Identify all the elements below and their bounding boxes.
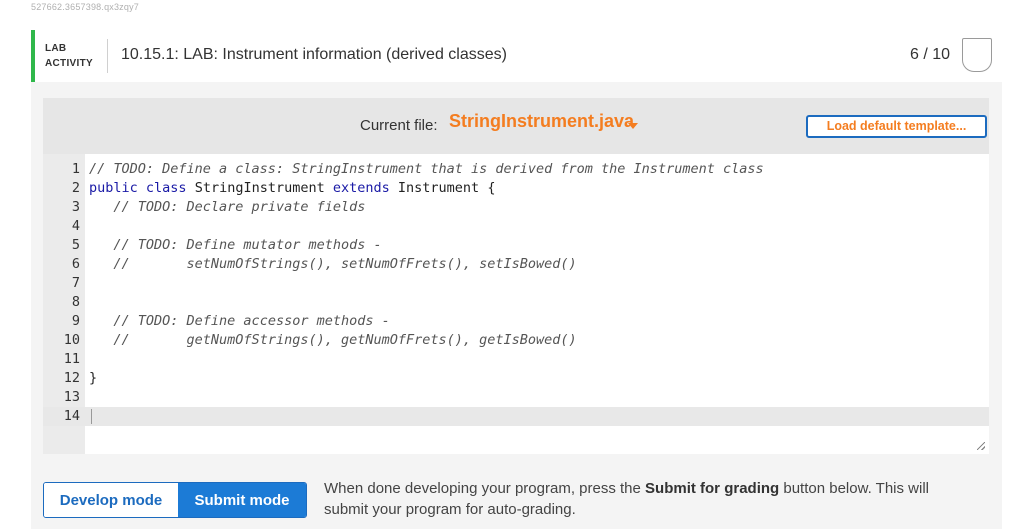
code-line[interactable]: 8 [43, 293, 989, 312]
code-keyword: class [145, 180, 187, 196]
code-comment: // TODO: Declare private fields [113, 199, 366, 215]
line-number: 7 [71, 275, 80, 291]
code-line[interactable]: 4 [43, 217, 989, 236]
line-number: 1 [71, 161, 80, 177]
code-keyword: public [89, 180, 138, 196]
code-comment: // TODO: Define a class: StringInstrumen… [89, 161, 764, 177]
line-number: 3 [71, 199, 80, 215]
line-number: 10 [63, 332, 80, 348]
code-line[interactable]: 10 // getNumOfStrings(), getNumOfFrets()… [43, 331, 989, 350]
resize-grip-icon[interactable] [977, 442, 985, 450]
text-cursor [91, 409, 92, 424]
code-line[interactable]: 5 // TODO: Define mutator methods - [43, 236, 989, 255]
code-comment: // TODO: Define accessor methods - [113, 313, 390, 329]
code-line[interactable]: 7 [43, 274, 989, 293]
activity-header: LAB ACTIVITY 10.15.1: LAB: Instrument in… [31, 30, 1002, 82]
code-text: // TODO: Declare private fields [89, 198, 365, 217]
code-text: public class StringInstrument extends In… [89, 179, 495, 198]
code-line[interactable]: 14 [43, 407, 989, 426]
load-default-template-button[interactable]: Load default template... [806, 115, 987, 138]
activity-type-line1: LAB [45, 43, 67, 54]
develop-mode-button[interactable]: Develop mode [44, 483, 178, 517]
code-text: // TODO: Define mutator methods - [89, 236, 382, 255]
line-number: 9 [71, 313, 80, 329]
line-number: 13 [63, 389, 80, 405]
code-text: // setNumOfStrings(), setNumOfFrets(), s… [89, 255, 577, 274]
lab-activity: LAB ACTIVITY 10.15.1: LAB: Instrument in… [31, 30, 1002, 529]
line-number: 11 [63, 351, 80, 367]
code-token: } [89, 370, 98, 386]
line-number: 14 [63, 408, 80, 424]
code-line[interactable]: 6 // setNumOfStrings(), setNumOfFrets(),… [43, 255, 989, 274]
code-line[interactable]: 12} [43, 369, 989, 388]
line-number: 12 [63, 370, 80, 386]
mode-toggle: Develop mode Submit mode [43, 482, 307, 518]
instructions-text-before: When done developing your program, press… [324, 480, 646, 497]
line-number: 8 [71, 294, 80, 310]
activity-score: 6 / 10 [909, 46, 950, 63]
line-number: 6 [71, 256, 80, 272]
code-line[interactable]: 13 [43, 388, 989, 407]
activity-type: LAB ACTIVITY [45, 41, 93, 71]
code-comment: // TODO: Define mutator methods - [113, 237, 382, 253]
code-text: // TODO: Define a class: StringInstrumen… [89, 160, 764, 179]
activity-type-line2: ACTIVITY [45, 58, 93, 69]
code-line[interactable]: 2 public class StringInstrument extends I… [43, 179, 989, 198]
submit-mode-button[interactable]: Submit mode [178, 483, 306, 517]
line-number: 2 [71, 180, 80, 196]
file-bar: Current file: StringInstrument.java Load… [43, 98, 989, 154]
code-text: // getNumOfStrings(), getNumOfFrets(), g… [89, 331, 577, 350]
code-text: // TODO: Define accessor methods - [89, 312, 390, 331]
code-token: StringInstrument [186, 180, 333, 196]
header-divider [107, 39, 108, 73]
code-token: Instrument { [389, 180, 496, 196]
code-line[interactable]: 3 // TODO: Declare private fields [43, 198, 989, 217]
code-text: } [89, 369, 97, 388]
code-editor[interactable]: 1 // TODO: Define a class: StringInstrume… [43, 154, 989, 454]
current-file-dropdown[interactable]: StringInstrument.java [449, 111, 634, 132]
current-file-label: Current file: [360, 117, 438, 134]
code-line[interactable]: 1 // TODO: Define a class: StringInstrume… [43, 160, 989, 179]
activity-title: 10.15.1: LAB: Instrument information (de… [121, 46, 507, 63]
caret-down-icon[interactable] [628, 123, 638, 129]
submit-instructions: When done developing your program, press… [324, 478, 964, 520]
code-comment: // setNumOfStrings(), setNumOfFrets(), s… [113, 256, 577, 272]
code-comment: // getNumOfStrings(), getNumOfFrets(), g… [113, 332, 577, 348]
code-line[interactable]: 11 [43, 350, 989, 369]
line-number: 4 [71, 218, 80, 234]
session-id: 527662.3657398.qx3zqy7 [31, 2, 139, 12]
line-number: 5 [71, 237, 80, 253]
code-line[interactable]: 9 // TODO: Define accessor methods - [43, 312, 989, 331]
completion-badge-icon [962, 38, 992, 72]
instructions-bold: Submit for grading [645, 480, 780, 497]
editor-card: Current file: StringInstrument.java Load… [43, 98, 989, 454]
code-keyword: extends [332, 180, 390, 196]
